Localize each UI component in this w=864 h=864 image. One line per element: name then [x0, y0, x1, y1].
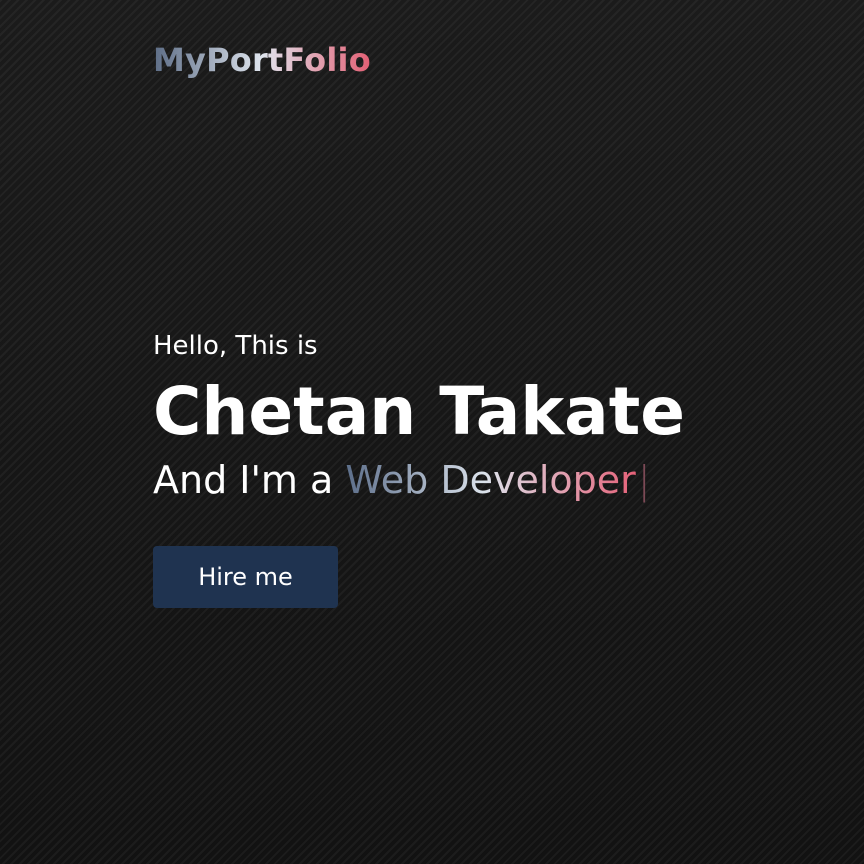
hero-section: Hello, This is Chetan Takate And I'm a W… — [153, 326, 803, 608]
navbar: MyPortFolio — [153, 38, 864, 82]
hero-role-line: And I'm a Web Developer| — [153, 452, 803, 508]
hero-role-text: Web Developer — [345, 458, 636, 502]
hero-name: Chetan Takate — [153, 373, 686, 450]
hero-role-prefix: And I'm a — [153, 458, 334, 502]
hero-greeting: Hello, This is — [153, 331, 318, 361]
portfolio-page: MyPortFolio Hello, This is Chetan Takate… — [0, 0, 864, 864]
typing-cursor: | — [637, 458, 651, 502]
hire-me-button[interactable]: Hire me — [153, 546, 338, 608]
site-logo[interactable]: MyPortFolio — [153, 38, 371, 82]
